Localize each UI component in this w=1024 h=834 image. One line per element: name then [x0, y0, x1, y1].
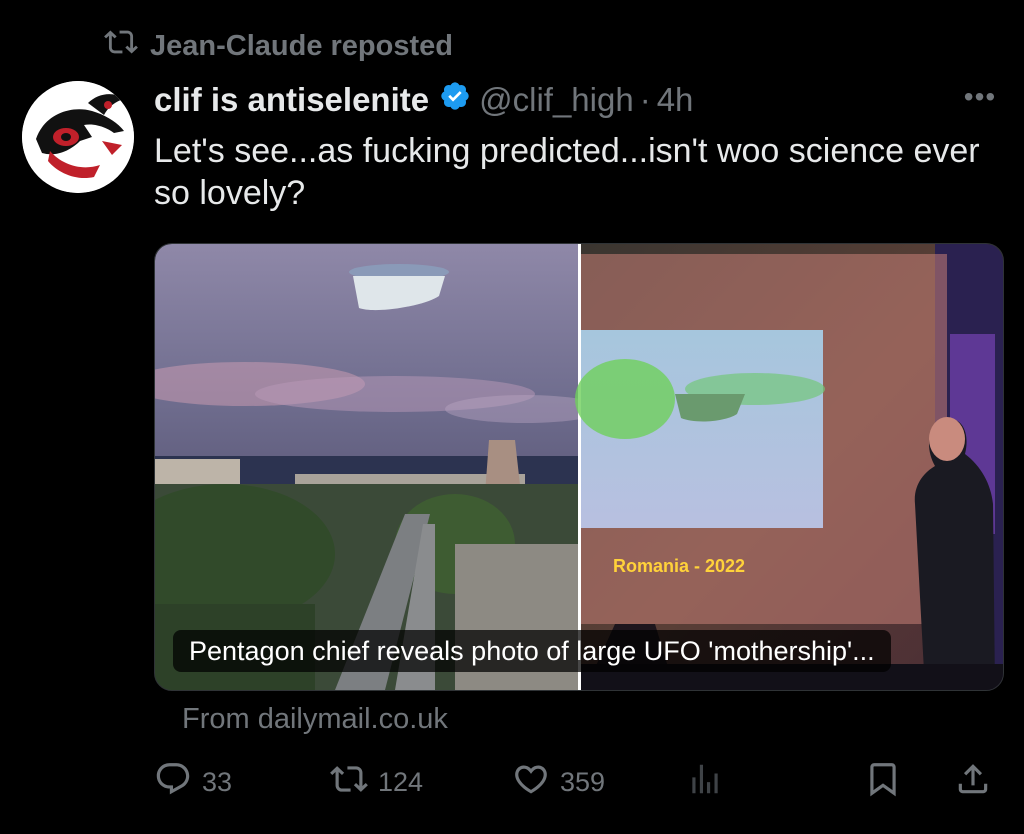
reply-count: 33: [202, 766, 233, 797]
repost-button[interactable]: 124: [330, 758, 423, 806]
verified-badge-icon: [429, 80, 479, 120]
action-bar: 33 124 359: [154, 758, 1000, 806]
repost-indicator[interactable]: Jean-Claude reposted: [104, 28, 453, 64]
media-caption: Pentagon chief reveals photo of large UF…: [173, 630, 891, 672]
repost-label: Jean-Claude reposted: [150, 29, 453, 62]
share-icon: [954, 760, 992, 805]
post-media[interactable]: Romania - 2022 Pentagon chief reveals ph…: [154, 243, 1004, 691]
link-source[interactable]: From dailymail.co.uk: [182, 703, 448, 736]
like-button[interactable]: 359: [512, 758, 605, 806]
avatar[interactable]: [22, 81, 134, 193]
more-options-icon[interactable]: •••: [960, 82, 1000, 112]
post-text: Let's see...as fucking predicted...isn't…: [154, 132, 980, 212]
bookmark-button[interactable]: [864, 758, 902, 806]
like-count: 359: [560, 766, 606, 797]
display-name[interactable]: clif is antiselenite: [154, 81, 429, 119]
post-header: clif is antiselenite @clif_high · 4h: [154, 78, 693, 122]
heart-icon: [512, 760, 550, 805]
repost-icon: [330, 760, 368, 805]
bookmark-icon: [864, 760, 902, 805]
reply-icon: [154, 760, 192, 805]
views-button[interactable]: [686, 758, 724, 806]
repost-icon: [104, 25, 138, 67]
handle[interactable]: @clif_high: [479, 81, 634, 119]
share-button[interactable]: [954, 758, 992, 806]
slide-label: Romania - 2022: [613, 556, 745, 576]
timestamp[interactable]: 4h: [657, 81, 694, 119]
separator: ·: [639, 81, 651, 118]
repost-count: 124: [378, 766, 424, 797]
reply-button[interactable]: 33: [154, 758, 232, 806]
analytics-icon: [686, 760, 724, 805]
media-image: Romania - 2022: [155, 244, 1003, 690]
